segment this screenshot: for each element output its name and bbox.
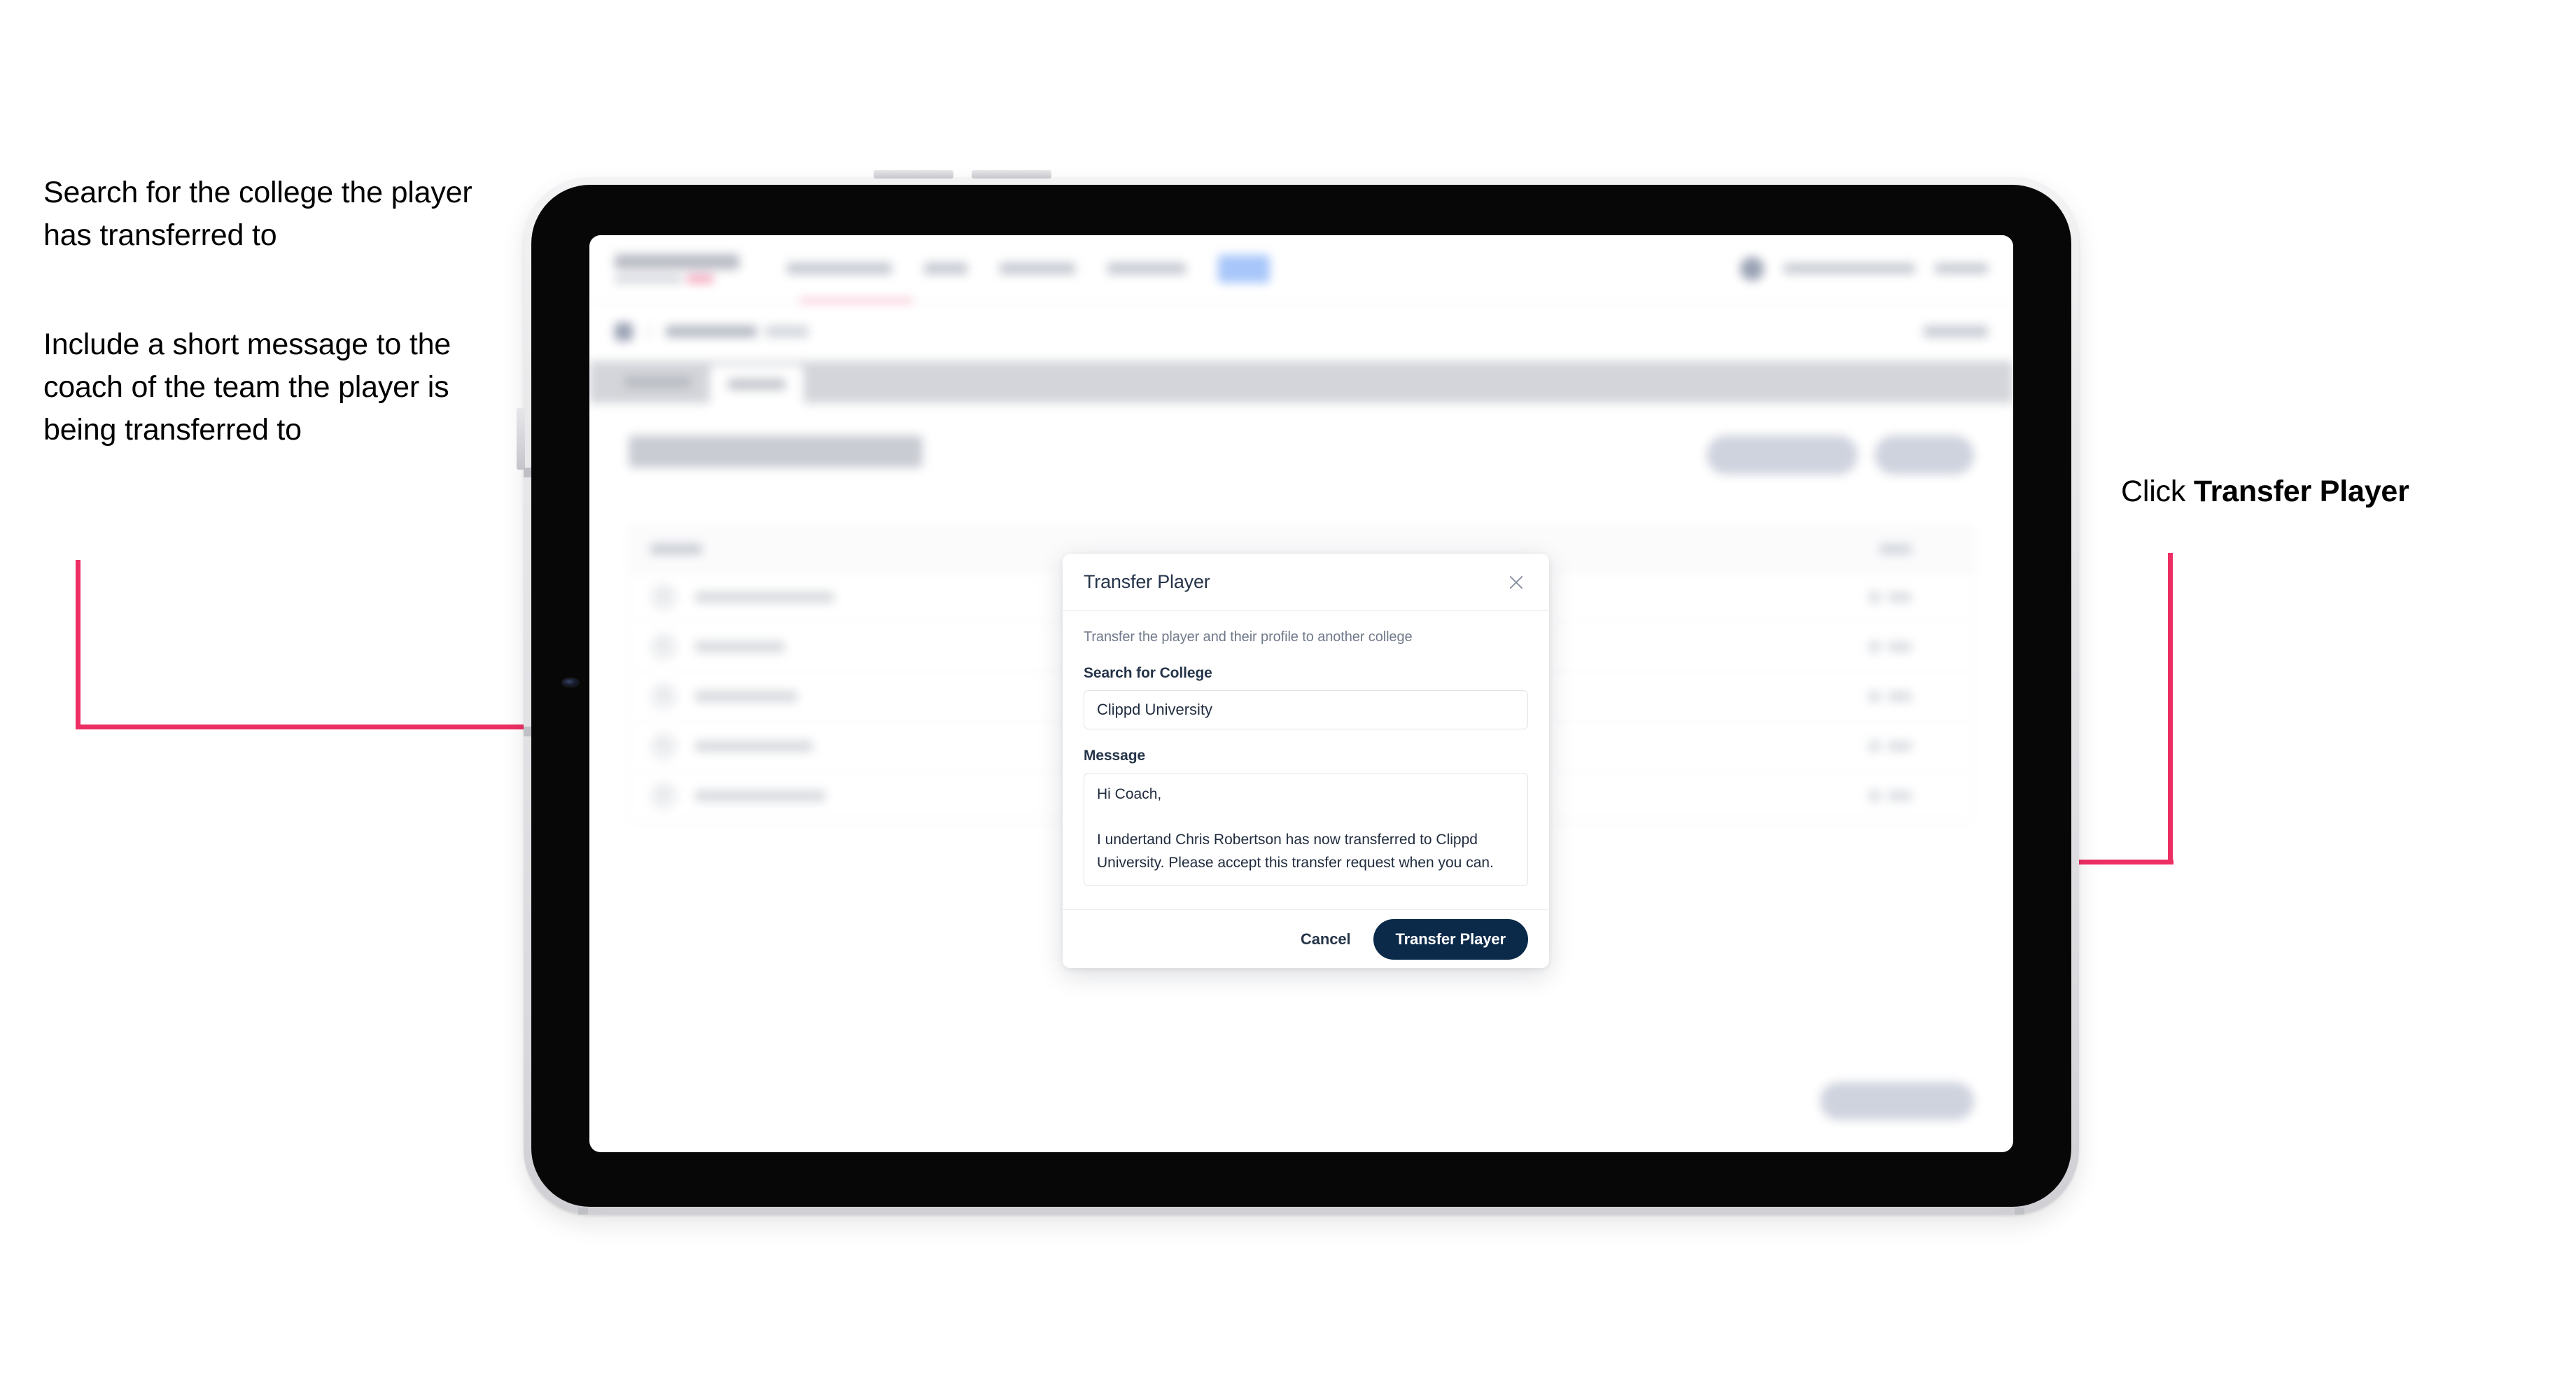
tablet-body: Transfer Player Transfer the player and … — [517, 170, 2079, 1214]
sign-out-link[interactable] — [1935, 263, 1988, 274]
label-search-for-college: Search for College — [1084, 665, 1212, 681]
avatar — [650, 683, 677, 710]
modal-title: Transfer Player — [1084, 571, 1210, 592]
breadcrumb — [589, 302, 2013, 361]
modal-footer: Cancel Transfer Player — [1063, 909, 1549, 968]
app-tab-strip — [589, 361, 2013, 403]
player-name — [695, 790, 825, 802]
nav-right-cluster — [1740, 256, 1988, 281]
cancel-button[interactable]: Cancel — [1296, 923, 1355, 955]
close-icon[interactable] — [1504, 570, 1528, 594]
label-message: Message — [1084, 748, 1146, 764]
antenna-band-bottom — [524, 727, 531, 736]
annotation-include-message: Include a short message to the coach of … — [43, 328, 451, 447]
app-logo[interactable] — [615, 254, 748, 283]
message-textarea[interactable]: Hi Coach, I undertand Chris Robertson ha… — [1084, 773, 1528, 886]
player-name — [695, 741, 813, 752]
avatar — [650, 584, 677, 610]
pencil-icon — [1869, 691, 1880, 702]
player-name — [695, 592, 834, 603]
avatar — [650, 733, 677, 760]
annotation-connector-right-vertical — [2168, 553, 2173, 864]
breadcrumb-label[interactable] — [666, 326, 757, 337]
annotation-click-prefix: Click — [2121, 475, 2194, 508]
field-message: Message Hi Coach, I undertand Chris Robe… — [1084, 748, 1528, 890]
nav-link-2[interactable] — [924, 262, 967, 274]
avatar[interactable] — [1740, 256, 1764, 281]
edit-action[interactable] — [1869, 641, 1912, 652]
transfer-player-modal: Transfer Player Transfer the player and … — [1063, 554, 1549, 968]
annotation-click-bold: Transfer Player — [2193, 475, 2409, 508]
pencil-icon — [1869, 641, 1880, 652]
app-top-navigation — [589, 235, 2013, 304]
front-camera-icon — [562, 678, 579, 687]
edit-action[interactable] — [1869, 790, 1912, 802]
add-player-button[interactable] — [1875, 435, 1974, 475]
page-header-actions — [1707, 435, 1974, 475]
modal-header: Transfer Player — [1063, 554, 1549, 611]
antenna-band-bottom-right — [2015, 1208, 2024, 1214]
nav-link-1[interactable] — [787, 262, 892, 274]
breadcrumb-icon — [615, 322, 633, 341]
pencil-icon — [1869, 790, 1880, 802]
search-college-input[interactable] — [1084, 690, 1528, 729]
annotation-search-college: Search for the college the player has tr… — [43, 176, 472, 253]
column-header-name — [650, 543, 702, 554]
edit-action[interactable] — [1869, 741, 1912, 752]
tab-inactive[interactable] — [606, 361, 710, 403]
edit-action[interactable] — [1869, 592, 1912, 603]
nav-links — [787, 254, 1270, 283]
nav-pill-active[interactable] — [1218, 254, 1270, 283]
tablet-bezel: Transfer Player Transfer the player and … — [531, 185, 2071, 1207]
page-title — [629, 435, 923, 468]
tablet-device: Transfer Player Transfer the player and … — [517, 170, 2079, 1214]
request-player-transfer-button[interactable] — [1707, 435, 1858, 475]
modal-body: Transfer the player and their profile to… — [1063, 611, 1549, 909]
breadcrumb-divider — [648, 322, 650, 341]
tab-roster-active[interactable] — [710, 365, 804, 403]
breadcrumb-cancel-link[interactable] — [1924, 326, 1988, 337]
tablet-screen: Transfer Player Transfer the player and … — [589, 235, 2013, 1152]
pencil-icon — [1869, 592, 1880, 603]
nav-link-3[interactable] — [1000, 262, 1075, 274]
field-search-for-college: Search for College — [1084, 665, 1528, 729]
antenna-band-top — [524, 468, 531, 477]
volume-down-button[interactable] — [972, 170, 1051, 178]
avatar — [650, 634, 677, 660]
avatar — [650, 783, 677, 809]
volume-up-button[interactable] — [874, 170, 953, 178]
power-button[interactable] — [517, 408, 525, 470]
pencil-icon — [1869, 741, 1880, 752]
save-roster-button[interactable] — [1820, 1082, 1974, 1120]
transfer-player-button[interactable]: Transfer Player — [1373, 918, 1528, 960]
edit-action[interactable] — [1869, 691, 1912, 702]
antenna-band-bottom-left — [578, 1208, 588, 1214]
player-name — [695, 641, 785, 652]
nav-link-4[interactable] — [1107, 262, 1186, 274]
annotation-connector-left-vertical — [76, 560, 80, 729]
account-name[interactable] — [1784, 263, 1915, 274]
annotation-click-transfer-player: Click Transfer Player — [2121, 470, 2555, 513]
column-header-edit — [1879, 543, 1912, 554]
modal-description: Transfer the player and their profile to… — [1084, 629, 1413, 645]
breadcrumb-sublabel[interactable] — [765, 326, 808, 337]
player-name — [695, 691, 797, 702]
